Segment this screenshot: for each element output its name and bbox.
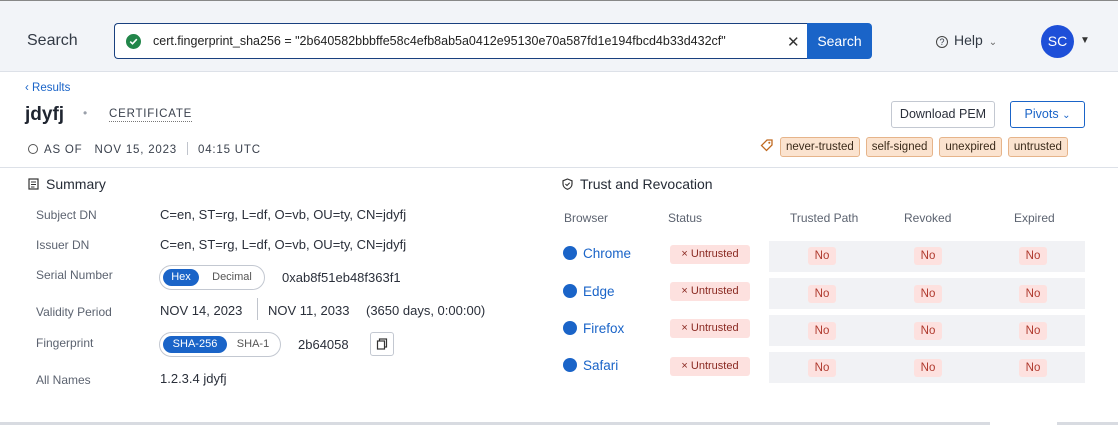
section-divider [0, 167, 1118, 168]
validity-start: NOV 14, 2023 [160, 303, 243, 318]
download-pem-button[interactable]: Download PEM [891, 101, 995, 128]
tag-icon [760, 139, 773, 152]
sha256-option[interactable]: SHA-256 [163, 336, 227, 353]
as-of-label: AS OF [44, 144, 83, 156]
help-label: Help [954, 32, 983, 48]
col-header-revoked: Revoked [904, 211, 952, 225]
chevron-down-icon: ⌄ [1062, 110, 1071, 121]
status-badge: × Untrusted [670, 357, 750, 376]
as-of-timestamp: AS OF NOV 15, 2023 04:15 UTC [28, 142, 261, 156]
validity-divider [257, 298, 258, 320]
separator-dot: • [83, 106, 88, 120]
expired-badge: No [1019, 322, 1047, 340]
browser-name: Chrome [583, 246, 632, 261]
subject-dn-value: C=en, ST=rg, L=df, O=vb, OU=ty, CN=jdyfj [160, 207, 407, 222]
browser-name: Firefox [583, 321, 625, 336]
col-header-status: Status [668, 211, 703, 225]
col-header-expired: Expired [1014, 211, 1055, 225]
chrome-icon [563, 246, 577, 260]
browser-name: Edge [583, 284, 615, 299]
col-header-trusted-path: Trusted Path [790, 211, 859, 225]
status-badge: × Untrusted [670, 319, 750, 338]
trusted-path-badge: No [808, 359, 836, 377]
issuer-dn-label: Issuer DN [36, 238, 90, 252]
trust-title: Trust and Revocation [580, 176, 713, 192]
sha1-option[interactable]: SHA-1 [232, 336, 274, 353]
question-circle-icon: ? [936, 36, 948, 48]
summary-heading: Summary [28, 176, 106, 192]
clear-icon[interactable]: ✕ [787, 33, 800, 51]
tag-badge[interactable]: untrusted [1007, 137, 1068, 157]
expired-badge: No [1019, 359, 1047, 377]
fingerprint-value: 2b64058 [298, 337, 349, 352]
top-bar: Search cert.fingerprint_sha256 = "2b6405… [0, 0, 1118, 72]
validity-end: NOV 11, 2033 [268, 303, 350, 318]
tag-badge[interactable]: unexpired [939, 137, 1002, 157]
status-badge: × Untrusted [670, 282, 750, 301]
fingerprint-label: Fingerprint [36, 336, 94, 350]
status-badge: × Untrusted [670, 245, 750, 264]
help-menu[interactable]: ? Help ⌄ [936, 32, 997, 48]
copy-icon [376, 338, 388, 350]
trust-heading: Trust and Revocation [562, 176, 713, 192]
browser-safari-link[interactable]: Safari [563, 358, 618, 373]
tag-badge[interactable]: never-trusted [780, 137, 860, 157]
decimal-option[interactable]: Decimal [204, 269, 260, 286]
revoked-badge: No [914, 322, 942, 340]
all-names-value[interactable]: 1.2.3.4 jdyfj [160, 371, 227, 386]
fingerprint-format-toggle[interactable]: SHA-256 SHA-1 [159, 332, 281, 357]
firefox-icon [563, 321, 577, 335]
summary-title: Summary [46, 176, 106, 192]
safari-icon [563, 358, 577, 372]
serial-number-label: Serial Number [36, 268, 113, 282]
page-title: jdyfj [25, 104, 65, 125]
search-button[interactable]: Search [807, 23, 872, 59]
browser-firefox-link[interactable]: Firefox [563, 321, 624, 336]
back-to-results-link[interactable]: ‹ Results [25, 82, 70, 94]
validity-duration: (3650 days, 0:00:00) [366, 303, 486, 318]
browser-name: Safari [583, 358, 619, 373]
revoked-badge: No [914, 359, 942, 377]
col-header-browser: Browser [564, 211, 609, 225]
check-circle-icon [126, 34, 141, 49]
shield-icon [562, 178, 573, 190]
trusted-path-badge: No [808, 322, 836, 340]
edge-icon [563, 284, 577, 298]
trusted-path-badge: No [808, 285, 836, 303]
avatar-chevron-down-icon[interactable]: ▼ [1080, 35, 1090, 46]
tag-badge[interactable]: self-signed [865, 137, 934, 157]
timestamp-divider [187, 142, 188, 155]
document-icon [28, 178, 39, 190]
revoked-badge: No [914, 247, 942, 265]
hex-option[interactable]: Hex [163, 269, 199, 286]
pivots-label: Pivots [1024, 107, 1059, 121]
as-of-time: 04:15 UTC [198, 144, 261, 156]
entity-kind: CERTIFICATE [109, 108, 193, 122]
all-names-label: All Names [36, 373, 91, 387]
expired-badge: No [1019, 247, 1047, 265]
clock-icon [28, 144, 38, 154]
issuer-dn-value: C=en, ST=rg, L=df, O=vb, OU=ty, CN=jdyfj [160, 237, 407, 252]
validity-period-label: Validity Period [36, 305, 112, 319]
as-of-date: NOV 15, 2023 [94, 144, 177, 156]
serial-format-toggle[interactable]: Hex Decimal [159, 265, 265, 290]
tag-list: never-trusted self-signed unexpired untr… [780, 137, 1068, 157]
copy-button[interactable] [370, 332, 394, 356]
subject-dn-label: Subject DN [36, 208, 97, 222]
browser-chrome-link[interactable]: Chrome [563, 246, 631, 261]
chevron-down-icon: ⌄ [988, 37, 998, 48]
search-query[interactable]: cert.fingerprint_sha256 = "2b640582bbbff… [153, 34, 726, 48]
expired-badge: No [1019, 285, 1047, 303]
search-input[interactable]: cert.fingerprint_sha256 = "2b640582bbbff… [114, 23, 807, 59]
revoked-badge: No [914, 285, 942, 303]
serial-number-value: 0xab8f51eb48f363f1 [282, 270, 401, 285]
browser-edge-link[interactable]: Edge [563, 284, 615, 299]
search-label: Search [27, 32, 78, 49]
pivots-button[interactable]: Pivots ⌄ [1010, 101, 1085, 128]
avatar[interactable]: SC [1041, 25, 1074, 58]
trusted-path-badge: No [808, 247, 836, 265]
